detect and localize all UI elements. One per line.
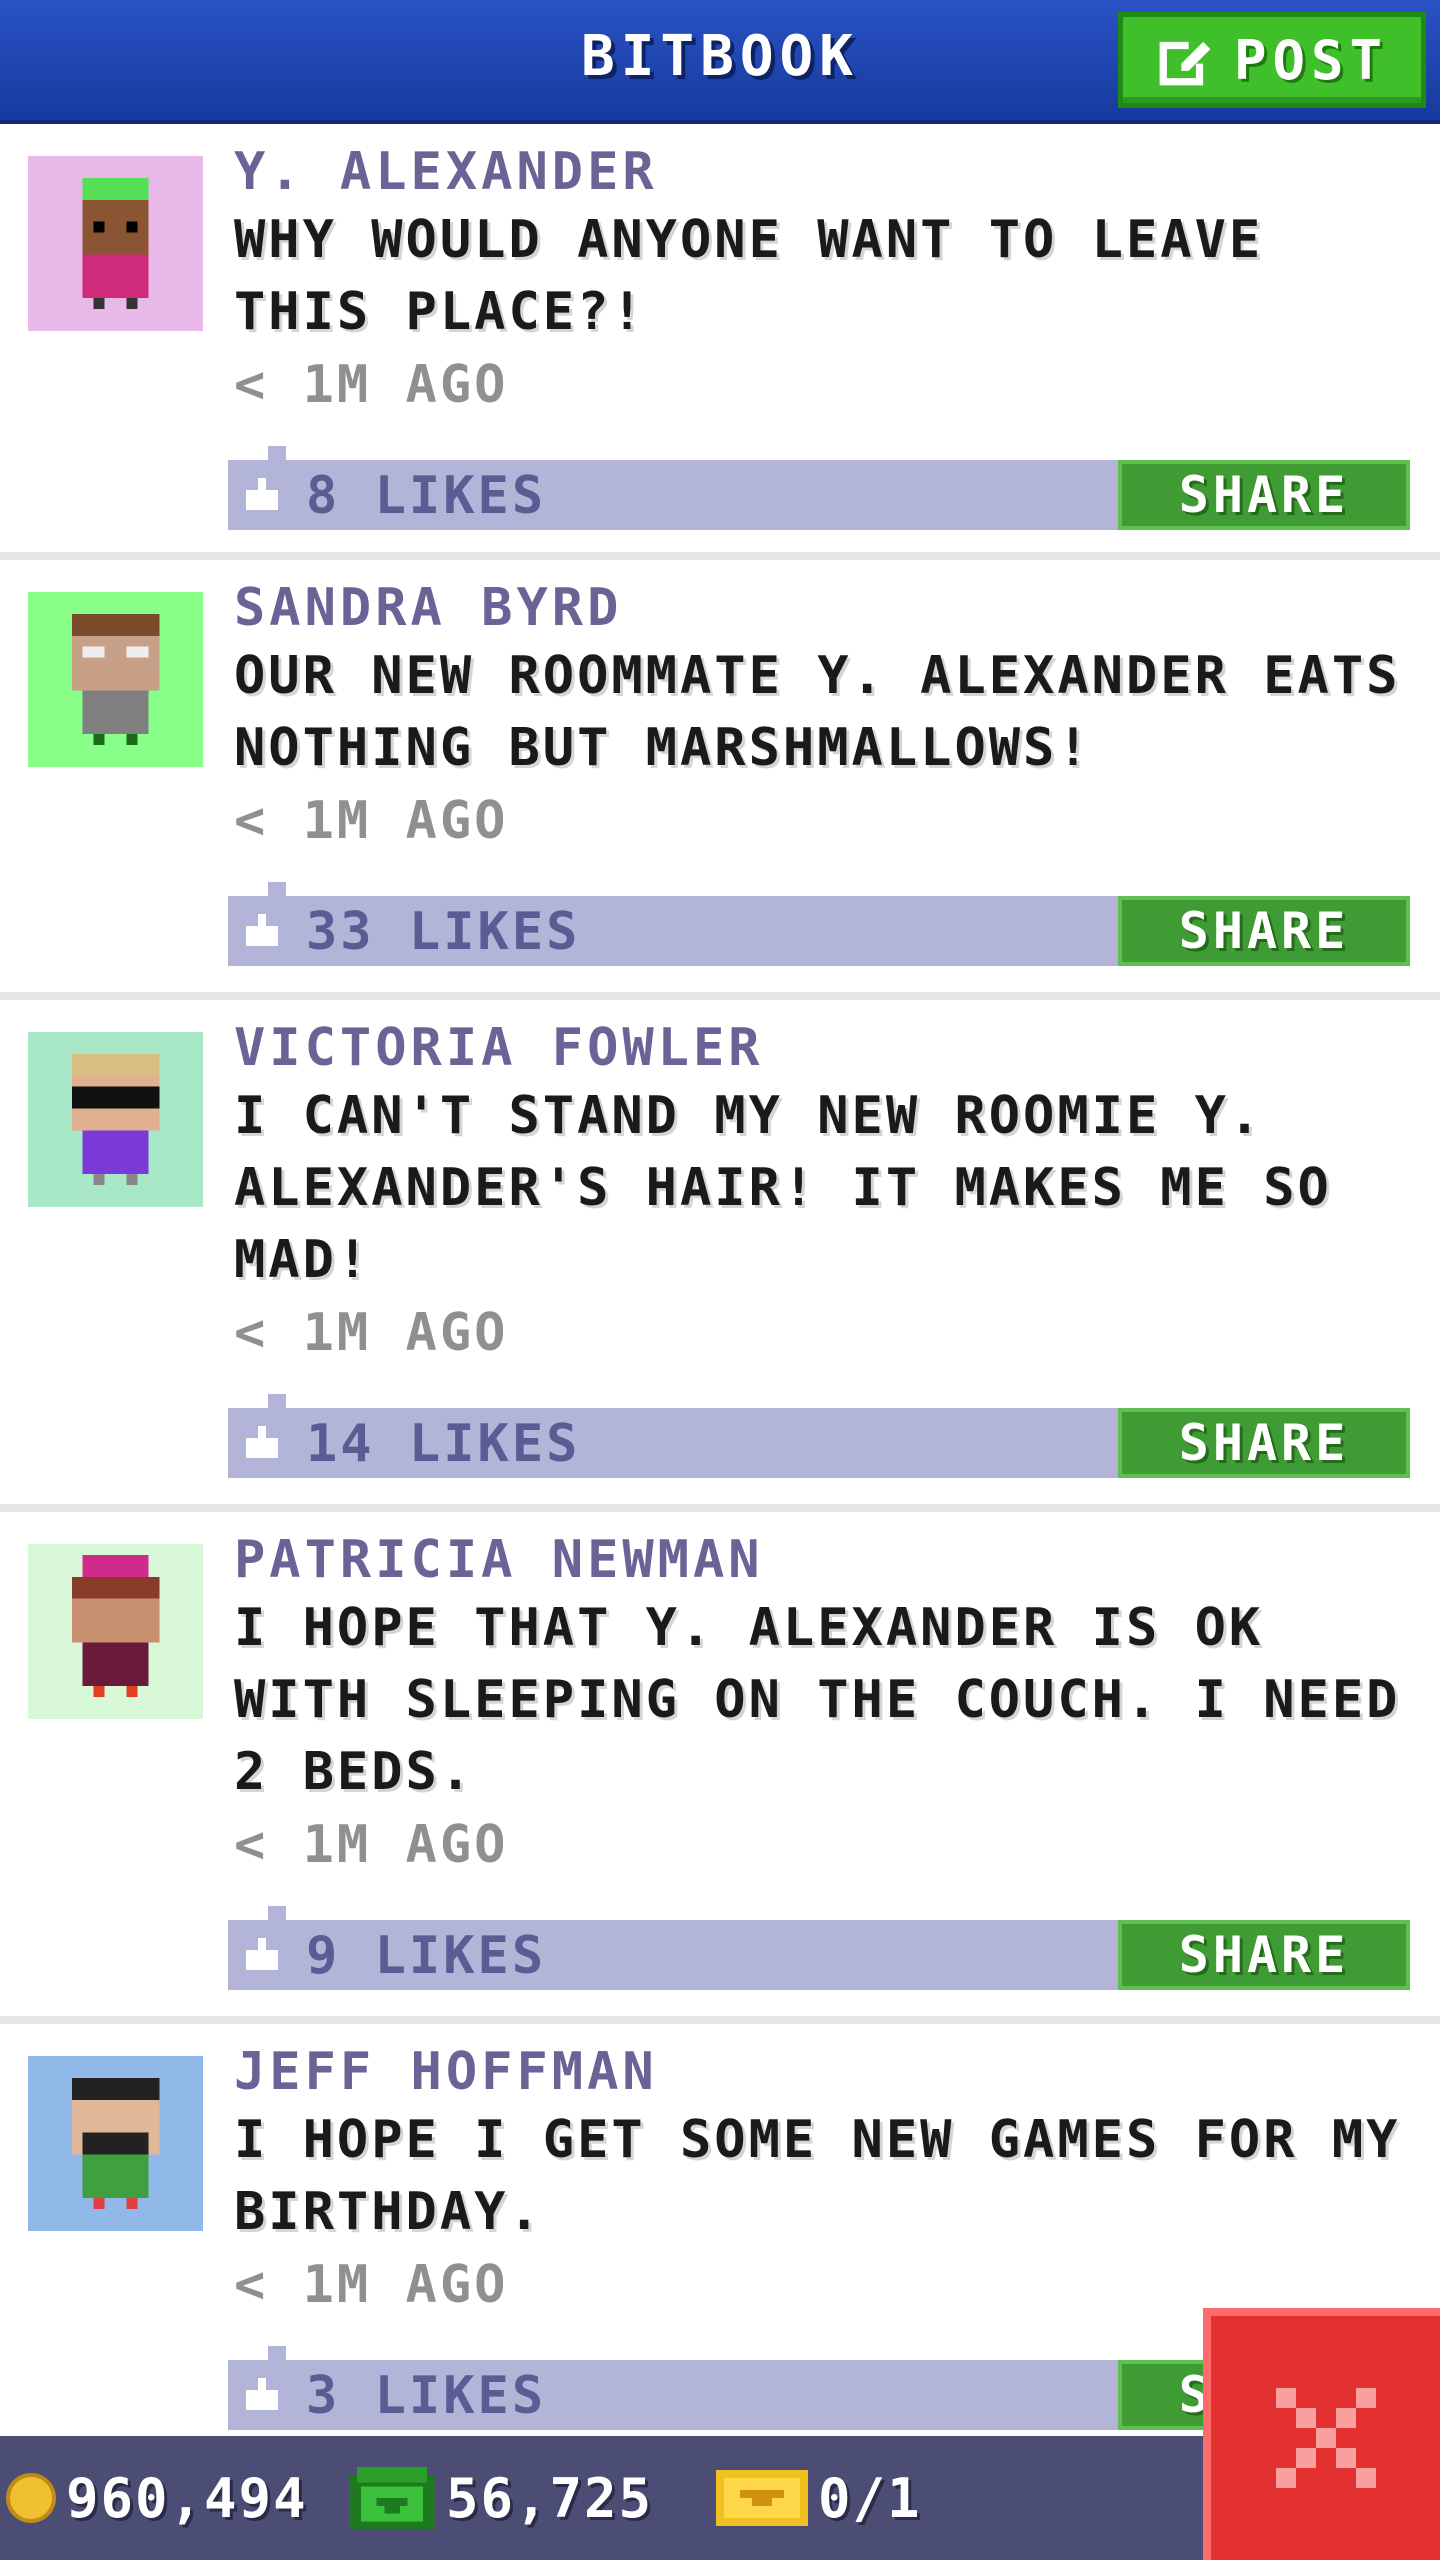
like-bar: 14 LIKES SHARE [228, 1394, 1410, 1478]
like-count: 9 LIKES [306, 1926, 547, 1986]
feed-post: SANDRA BYRD OUR NEW ROOMMATE Y. ALEXANDE… [0, 560, 1440, 1000]
feed-post: Y. ALEXANDER WHY WOULD ANYONE WANT TO LE… [0, 124, 1440, 560]
like-bar: 33 LIKES SHARE [228, 882, 1410, 966]
app-header: BITBOOK POST [0, 0, 1440, 124]
post-content: VICTORIA FOWLER I CAN'T STAND MY NEW ROO… [234, 1016, 1420, 1368]
thumbs-up-icon[interactable] [242, 1938, 282, 1974]
avatar[interactable] [28, 592, 203, 767]
post-button-label: POST [1233, 28, 1389, 92]
post-time: < 1M AGO [234, 791, 509, 851]
post-content: Y. ALEXANDER WHY WOULD ANYONE WANT TO LE… [234, 140, 1420, 420]
like-count: 14 LIKES [306, 1414, 581, 1474]
share-button[interactable]: SHARE [1118, 1920, 1410, 1990]
avatar[interactable] [28, 156, 203, 331]
like-bar-notch [268, 2346, 286, 2360]
post-button[interactable]: POST [1118, 12, 1426, 108]
post-message: I HOPE THAT Y. ALEXANDER IS OK WITH SLEE… [234, 1598, 1401, 1802]
bux-display[interactable]: 56,725 [348, 2458, 653, 2538]
post-author[interactable]: Y. ALEXANDER [234, 140, 1420, 204]
post-message: I CAN'T STAND MY NEW ROOMIE Y. ALEXANDER… [234, 1086, 1332, 1290]
post-content: SANDRA BYRD OUR NEW ROOMMATE Y. ALEXANDE… [234, 576, 1420, 856]
like-bar: 9 LIKES SHARE [228, 1906, 1410, 1990]
share-button[interactable]: SHARE [1118, 1408, 1410, 1478]
thumbs-up-icon[interactable] [242, 914, 282, 950]
close-button[interactable] [1203, 2308, 1440, 2560]
like-bar: 8 LIKES SHARE [228, 446, 1410, 530]
feed-post: PATRICIA NEWMAN I HOPE THAT Y. ALEXANDER… [0, 1512, 1440, 2024]
post-author[interactable]: SANDRA BYRD [234, 576, 1420, 640]
share-button[interactable]: SHARE [1118, 460, 1410, 530]
like-bar-notch [268, 1394, 286, 1408]
post-time: < 1M AGO [234, 1303, 509, 1363]
bux-icon [349, 2467, 435, 2529]
like-count: 3 LIKES [306, 2366, 547, 2426]
coin-icon [6, 2473, 56, 2523]
post-content: JEFF HOFFMAN I HOPE I GET SOME NEW GAMES… [234, 2040, 1420, 2320]
share-button[interactable]: SHARE [1118, 896, 1410, 966]
ticket-icon [716, 2470, 808, 2526]
post-content: PATRICIA NEWMAN I HOPE THAT Y. ALEXANDER… [234, 1528, 1420, 1880]
like-count: 8 LIKES [306, 466, 547, 526]
post-message: I HOPE I GET SOME NEW GAMES FOR MY BIRTH… [234, 2110, 1401, 2242]
avatar[interactable] [28, 2056, 203, 2231]
post-author[interactable]: VICTORIA FOWLER [234, 1016, 1420, 1080]
feed-list[interactable]: Y. ALEXANDER WHY WOULD ANYONE WANT TO LE… [0, 124, 1440, 2436]
post-message: WHY WOULD ANYONE WANT TO LEAVE THIS PLAC… [234, 210, 1264, 342]
like-bar-notch [268, 882, 286, 896]
post-time: < 1M AGO [234, 355, 509, 415]
thumbs-up-icon[interactable] [242, 2378, 282, 2414]
thumbs-up-icon[interactable] [242, 478, 282, 514]
post-message: OUR NEW ROOMMATE Y. ALEXANDER EATS NOTHI… [234, 646, 1401, 778]
tickets-value: 0/1 [818, 2466, 922, 2530]
post-author[interactable]: JEFF HOFFMAN [234, 2040, 1420, 2104]
avatar[interactable] [28, 1032, 203, 1207]
like-count: 33 LIKES [306, 902, 581, 962]
close-icon [1275, 2388, 1376, 2488]
coins-value: 960,494 [66, 2466, 308, 2530]
thumbs-up-icon[interactable] [242, 1426, 282, 1462]
avatar[interactable] [28, 1544, 203, 1719]
tickets-display[interactable]: 0/1 [716, 2458, 922, 2538]
like-bar-notch [268, 446, 286, 460]
post-time: < 1M AGO [234, 1815, 509, 1875]
compose-icon [1159, 41, 1211, 86]
bux-value: 56,725 [446, 2466, 654, 2530]
post-author[interactable]: PATRICIA NEWMAN [234, 1528, 1420, 1592]
coins-display[interactable]: 960,494 [6, 2458, 308, 2538]
feed-post: VICTORIA FOWLER I CAN'T STAND MY NEW ROO… [0, 1000, 1440, 1512]
like-bar-notch [268, 1906, 286, 1920]
